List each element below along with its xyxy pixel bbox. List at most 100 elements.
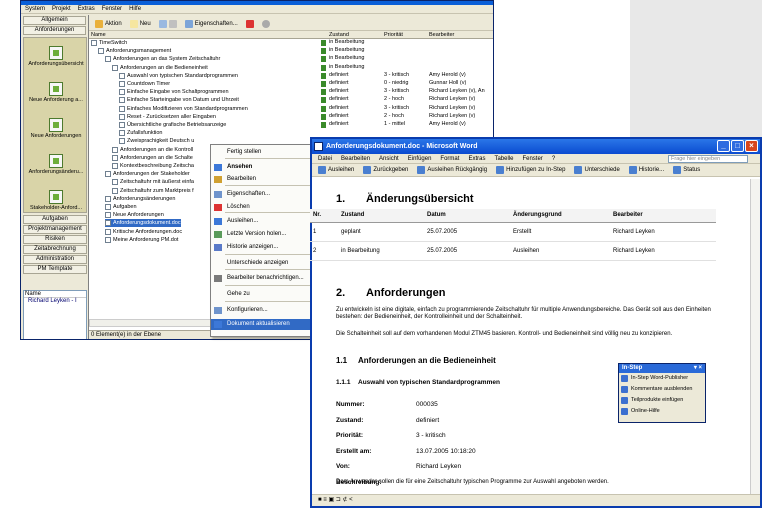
tree-item[interactable]: Anforderungen an das System Zeitschaltuh… <box>105 55 220 63</box>
help-search-input[interactable]: Frage hier eingeben <box>668 155 748 163</box>
tree-item[interactable]: TimeSwitch <box>91 39 127 47</box>
neu-button[interactable]: Neu <box>128 19 153 28</box>
leftbar-item-neue-anforderungen[interactable]: Neue Anforderungen <box>24 118 88 139</box>
word-menu-item[interactable]: Tabelle <box>494 156 513 162</box>
leftbar-head-projektmanagement[interactable]: Projektmanagement <box>23 225 87 234</box>
context-menu-item[interactable]: Letzte Version holen... <box>211 229 313 240</box>
context-menu-item[interactable]: Unterschiede anzeigen <box>211 258 313 269</box>
status-bearbeiter: Richard Leyken (v) <box>429 104 476 111</box>
tree-item[interactable]: Kontextbeschreibung Zeitscha <box>112 162 194 170</box>
word-menu-item[interactable]: Format <box>440 156 459 162</box>
col-zustand[interactable]: Zustand <box>329 32 349 38</box>
col-prioritaet[interactable]: Priorität <box>384 32 403 38</box>
word-toolbar-button[interactable]: Status <box>671 166 702 174</box>
leftbar-head-aufgaben[interactable]: Aufgaben <box>23 215 87 224</box>
close-button[interactable]: × <box>745 140 758 152</box>
leftbar-item-uebersicht[interactable]: Anforderungsübersicht <box>24 46 88 67</box>
tree-item[interactable]: Anforderungsmanagement <box>98 47 171 55</box>
tree-item[interactable]: Zeitschaltuhr mit äußerst einfa <box>112 178 194 186</box>
word-toolbar-button[interactable]: Ausleihen Rückgängig <box>415 166 489 174</box>
toolbar-icon-delete[interactable] <box>244 19 256 28</box>
instep-panel-item[interactable]: Online-Hilfe <box>619 406 705 417</box>
word-menu-item[interactable]: Bearbeiten <box>341 156 370 162</box>
word-menu-item[interactable]: Ansicht <box>379 156 399 162</box>
word-menu-item[interactable]: Datei <box>318 156 332 162</box>
word-menu-item[interactable]: ? <box>552 156 555 162</box>
context-menu-item[interactable]: Gehe zu <box>211 289 313 300</box>
context-menu-item[interactable]: Historie anzeigen... <box>211 242 313 253</box>
context-menu-item[interactable]: Fertig stellen <box>211 147 313 158</box>
instep-panel-item[interactable]: Kommentare ausblenden <box>619 384 705 395</box>
tree-item[interactable]: Neue Anforderungen <box>105 211 164 219</box>
folder-icon <box>98 48 104 55</box>
aktion-button[interactable]: Aktion <box>93 19 124 28</box>
outlook-bar: Allgemein Anforderungen Anforderungsüber… <box>21 15 89 339</box>
col-bearbeiter[interactable]: Bearbeiter <box>429 32 454 38</box>
name-list-value[interactable]: Richard Leyken - I <box>24 298 86 304</box>
instep-panel-item[interactable]: In-Step Word-Publisher <box>619 373 705 384</box>
menu-hilfe[interactable]: Hilfe <box>129 6 141 12</box>
word-toolbar-button[interactable]: Zurückgeben <box>361 166 410 174</box>
leftbar-head-zeitabrechnung[interactable]: Zeitabrechnung <box>23 245 87 254</box>
menu-system[interactable]: System <box>25 6 45 12</box>
context-menu-item[interactable]: Bearbeiter benachrichtigen... <box>211 273 313 284</box>
leftbar-head-administration[interactable]: Administration <box>23 255 87 264</box>
tree-item[interactable]: Übersichtliche grafische Betriebsanzeige <box>119 121 226 129</box>
tree-item[interactable]: Einfache Starteingabe von Datum und Uhrz… <box>119 96 239 104</box>
word-toolbar-button[interactable]: Ausleihen <box>316 166 356 174</box>
instep-panel-item[interactable]: Teilprodukte einfügen <box>619 395 705 406</box>
context-menu-item[interactable]: Eigenschaften... <box>211 189 313 200</box>
tree-item-label: Meine Anforderung PM.dot <box>113 236 179 243</box>
vertical-scrollbar[interactable] <box>750 179 760 496</box>
col-name[interactable]: Name <box>91 32 106 38</box>
tree-item[interactable]: Zweisprachigkeit Deutsch u <box>119 137 194 145</box>
panel-close-icon[interactable]: ▾ × <box>694 364 702 373</box>
status-row: definiert 3 - kritisch Richard Leyken (v),… <box>321 88 493 96</box>
word-toolbar-button[interactable]: Hinzufügen zu In-Step <box>494 166 567 174</box>
tree-item[interactable]: Anforderungsänderungen <box>105 195 175 203</box>
tree-item[interactable]: Anforderungen an die Schalte <box>112 154 193 162</box>
toolbar-icon-search[interactable] <box>260 19 272 28</box>
tree-item[interactable]: Anforderungsdokument.doc <box>105 219 181 228</box>
word-toolbar-button[interactable]: Historie... <box>627 166 666 174</box>
context-menu-item[interactable]: Löschen <box>211 202 313 213</box>
menu-projekt[interactable]: Projekt <box>52 6 71 12</box>
menu-extras[interactable]: Extras <box>78 6 95 12</box>
tree-item[interactable]: Anforderungen der Stakeholder <box>105 170 190 178</box>
leftbar-item-stakeholder[interactable]: Stakeholder-Anford... <box>24 190 88 211</box>
tree-item[interactable]: Einfaches Modifizieren von Standardprogr… <box>119 105 248 113</box>
leftbar-item-anforderungsaenderungen[interactable]: Anforderungsänderu... <box>24 154 88 175</box>
word-toolbar-button[interactable]: Unterschiede <box>572 166 621 174</box>
leftbar-head-risiken[interactable]: Risiken <box>23 235 87 244</box>
context-menu-item[interactable]: Dokument aktualisieren <box>211 319 313 330</box>
word-menu-item[interactable]: Einfügen <box>408 156 432 162</box>
leftbar-head-allgemein[interactable]: Allgemein <box>23 16 86 25</box>
word-view-buttons[interactable]: ■ ≡ ▣ ⊐ ⊄ < <box>312 494 760 506</box>
context-menu-item[interactable]: Konfigurieren... <box>211 305 313 316</box>
maximize-button[interactable]: □ <box>731 140 744 152</box>
tree-item[interactable]: Meine Anforderung PM.dot <box>105 236 178 244</box>
tree-item[interactable]: Anforderungen an die Bedieneinheit <box>112 64 208 72</box>
leftbar-head-pm-template[interactable]: PM Template <box>23 265 87 274</box>
tree-item[interactable]: Reset - Zurücksetzen aller Eingaben <box>119 113 216 121</box>
tree-item[interactable]: Anforderungen an die Kontroll <box>112 146 193 154</box>
tree-item[interactable]: Einfache Eingabe von Schaltprogrammen <box>119 88 229 96</box>
toolbar-icon-group[interactable] <box>157 19 179 28</box>
word-menu-item[interactable]: Fenster <box>522 156 542 162</box>
context-menu-item[interactable]: Ausleihen... <box>211 216 313 227</box>
eigenschaften-button[interactable]: Eigenschaften... <box>183 19 240 28</box>
tree-item[interactable]: Zeitschaltuhr zum Marktpreis f <box>112 187 194 195</box>
context-menu-item[interactable]: Ansehen <box>211 162 313 173</box>
menu-fenster[interactable]: Fenster <box>102 6 122 12</box>
minimize-button[interactable]: _ <box>717 140 730 152</box>
tree-item[interactable]: Auswahl von typischen Standardprogrammen <box>119 72 238 80</box>
leftbar-item-neue-anforderung-a[interactable]: Neue Anforderung a... <box>24 82 88 103</box>
tree-item[interactable]: Countdown Timer <box>119 80 170 88</box>
table-cell: 1 <box>310 222 338 242</box>
leftbar-head-anforderungen[interactable]: Anforderungen <box>23 26 86 35</box>
word-menu-item[interactable]: Extras <box>468 156 485 162</box>
tree-item[interactable]: Kritische Anforderungen.doc <box>105 228 182 236</box>
tree-item[interactable]: Zufallsfunktion <box>119 129 162 137</box>
tree-item[interactable]: Aufgaben <box>105 203 137 211</box>
context-menu-item[interactable]: Bearbeiten <box>211 174 313 185</box>
